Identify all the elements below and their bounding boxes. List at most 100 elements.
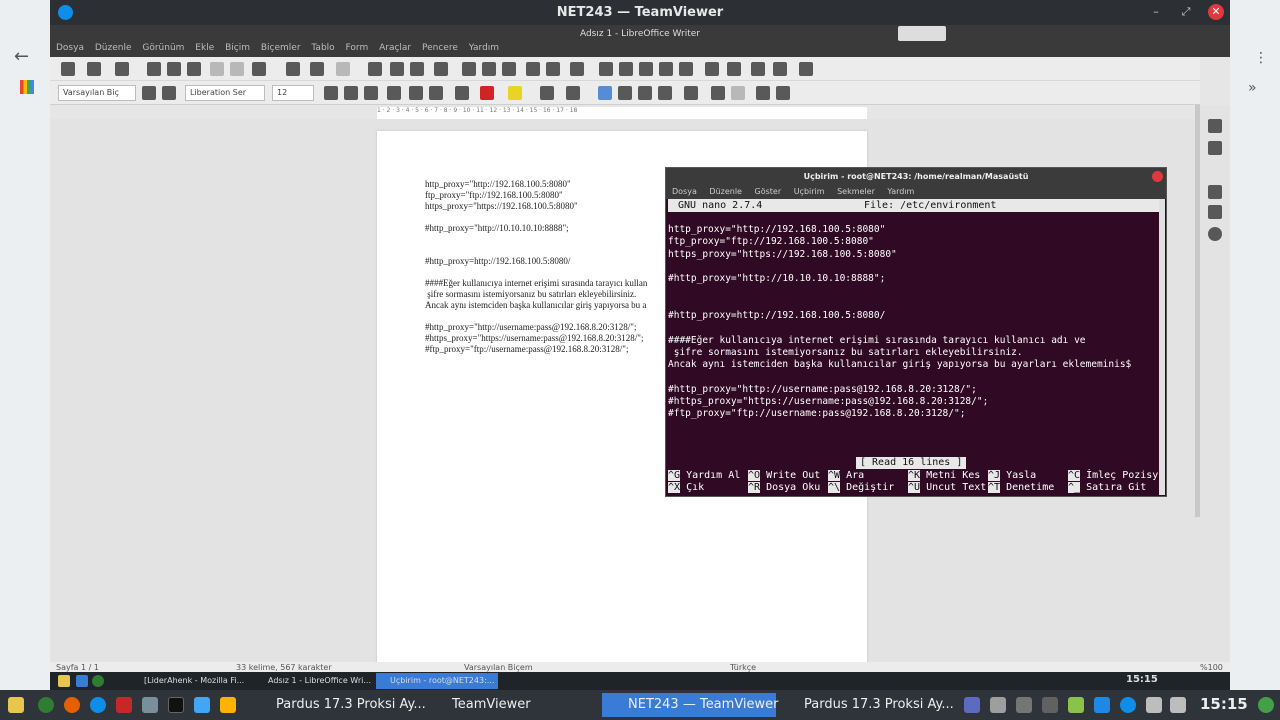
back-arrow-icon[interactable]: ← [14,46,29,67]
decrease-indent-icon[interactable] [776,86,790,100]
underline-icon[interactable] [364,86,378,100]
cut-icon[interactable] [210,62,224,76]
track-changes-icon[interactable] [727,62,741,76]
increase-paragraph-spacing-icon[interactable] [711,86,725,100]
menu-yardim[interactable]: Yardım [469,43,499,53]
new-document-icon[interactable] [61,62,75,76]
bold-icon[interactable] [324,86,338,100]
apps-grid-icon[interactable] [20,80,34,94]
session-task-writer[interactable]: Adsız 1 - LibreOffice Wri... [254,673,372,689]
insert-table-icon[interactable] [434,62,448,76]
cross-reference-icon[interactable] [679,62,693,76]
term-menu-duzenle[interactable]: Düzenle [709,187,742,196]
volume-tray-icon[interactable] [1170,697,1186,713]
show-desktop-icon[interactable] [76,675,88,687]
menu-form[interactable]: Form [346,43,369,53]
subscript-icon[interactable] [429,86,443,100]
firefox-icon[interactable] [64,697,80,713]
chevron-right-icon[interactable]: » [1248,80,1257,96]
print-icon[interactable] [167,62,181,76]
print-preview-icon[interactable] [187,62,201,76]
spelling-icon[interactable] [390,62,404,76]
menu-ekle[interactable]: Ekle [195,43,214,53]
monitor-icon[interactable] [194,697,210,713]
document-text[interactable]: http_proxy="http://192.168.100.5:8080" f… [425,179,685,355]
pardus-start-icon[interactable] [8,697,24,713]
font-color-icon[interactable] [480,86,494,100]
line-spacing-icon[interactable] [684,86,698,100]
footnote-icon[interactable] [619,62,633,76]
host-task-chrome[interactable]: Pardus 17.3 Proksi Ay... [778,693,958,717]
basic-shapes-icon[interactable] [773,62,787,76]
host-task-teamviewer[interactable]: TeamViewer [426,693,596,717]
numbered-list-icon[interactable] [566,86,580,100]
clipboard-tray-icon[interactable] [990,697,1006,713]
camera-tray-icon[interactable] [1042,697,1058,713]
update-style-icon[interactable] [142,86,156,100]
menu-gorunum[interactable]: Görünüm [142,43,184,53]
sidebar-styles-icon[interactable] [1208,141,1222,155]
menu-duzenle[interactable]: Düzenle [95,43,132,53]
menu-dosya[interactable]: Dosya [56,43,84,53]
more-vert-icon[interactable]: ⋮ [1254,50,1268,66]
align-left-icon[interactable] [598,86,612,100]
nano-editor-content[interactable]: http_proxy="http://192.168.100.5:8080" f… [668,224,1160,421]
terminal-close-icon[interactable] [1152,171,1163,182]
page-break-icon[interactable] [526,62,540,76]
save-icon[interactable] [115,62,129,76]
align-center-icon[interactable] [618,86,632,100]
export-pdf-icon[interactable] [147,62,161,76]
menu-araclar[interactable]: Araçlar [379,43,411,53]
close-button[interactable]: ✕ [1208,4,1224,20]
session-task-firefox[interactable]: [LiderAhenk - Mozilla Fi... [130,673,248,689]
sidebar-functions-icon[interactable] [1208,227,1222,241]
increase-indent-icon[interactable] [756,86,770,100]
clear-formatting-icon[interactable] [455,86,469,100]
special-character-icon[interactable] [570,62,584,76]
term-menu-sekmeler[interactable]: Sekmeler [837,187,875,196]
battery-tray-icon[interactable] [1016,697,1032,713]
font-size-combo[interactable]: 12 [272,85,314,101]
menu-bicemler[interactable]: Biçemler [261,43,301,53]
clone-formatting-icon[interactable] [286,62,300,76]
menu-tablo[interactable]: Tablo [311,43,334,53]
sidebar-navigator-icon[interactable] [1208,205,1222,219]
bluetooth-tray-icon[interactable] [1094,697,1110,713]
term-menu-goster[interactable]: Göster [755,187,782,196]
paste-icon[interactable] [252,62,266,76]
superscript-icon[interactable] [409,86,423,100]
horizontal-ruler[interactable]: 1 · 2 · 3 · 4 · 5 · 6 · 7 · 8 · 9 · 10 ·… [377,107,867,119]
teamviewer-panel-toggle[interactable] [898,26,946,41]
undo-icon[interactable] [310,62,324,76]
teamviewer-launcher-icon[interactable] [90,697,106,713]
terminal-launcher-icon[interactable] [168,697,184,713]
term-menu-ucbirim[interactable]: Uçbirim [794,187,825,196]
menu-pencere[interactable]: Pencere [422,43,458,53]
insert-field-icon[interactable] [546,62,560,76]
justify-icon[interactable] [658,86,672,100]
open-icon[interactable] [87,62,101,76]
sidebar-gallery-icon[interactable] [1208,185,1222,199]
host-task-net243[interactable]: NET243 — TeamViewer [602,693,779,717]
term-menu-dosya[interactable]: Dosya [672,187,697,196]
session-task-terminal[interactable]: Uçbirim - root@NET243:... [376,673,498,689]
strikethrough-icon[interactable] [387,86,401,100]
pardus-menu-icon[interactable] [58,675,70,687]
host-task-firefox[interactable]: Pardus 17.3 Proksi Ay... [250,693,426,717]
hyperlink-icon[interactable] [599,62,613,76]
sidebar-properties-icon[interactable] [1208,119,1222,133]
draw-functions-icon[interactable] [799,62,813,76]
terminal-scrollbar[interactable] [1159,199,1165,495]
formatting-marks-icon[interactable] [410,62,424,76]
bullet-list-icon[interactable] [540,86,554,100]
copy-icon[interactable] [230,62,244,76]
align-right-icon[interactable] [638,86,652,100]
italic-icon[interactable] [344,86,358,100]
files-icon[interactable] [142,697,158,713]
endnote-icon[interactable] [639,62,653,76]
redo-icon[interactable] [336,62,350,76]
wifi-tray-icon[interactable] [1146,697,1162,713]
minimize-button[interactable]: – [1148,4,1164,20]
power-icon[interactable] [1258,697,1274,713]
find-replace-icon[interactable] [368,62,382,76]
